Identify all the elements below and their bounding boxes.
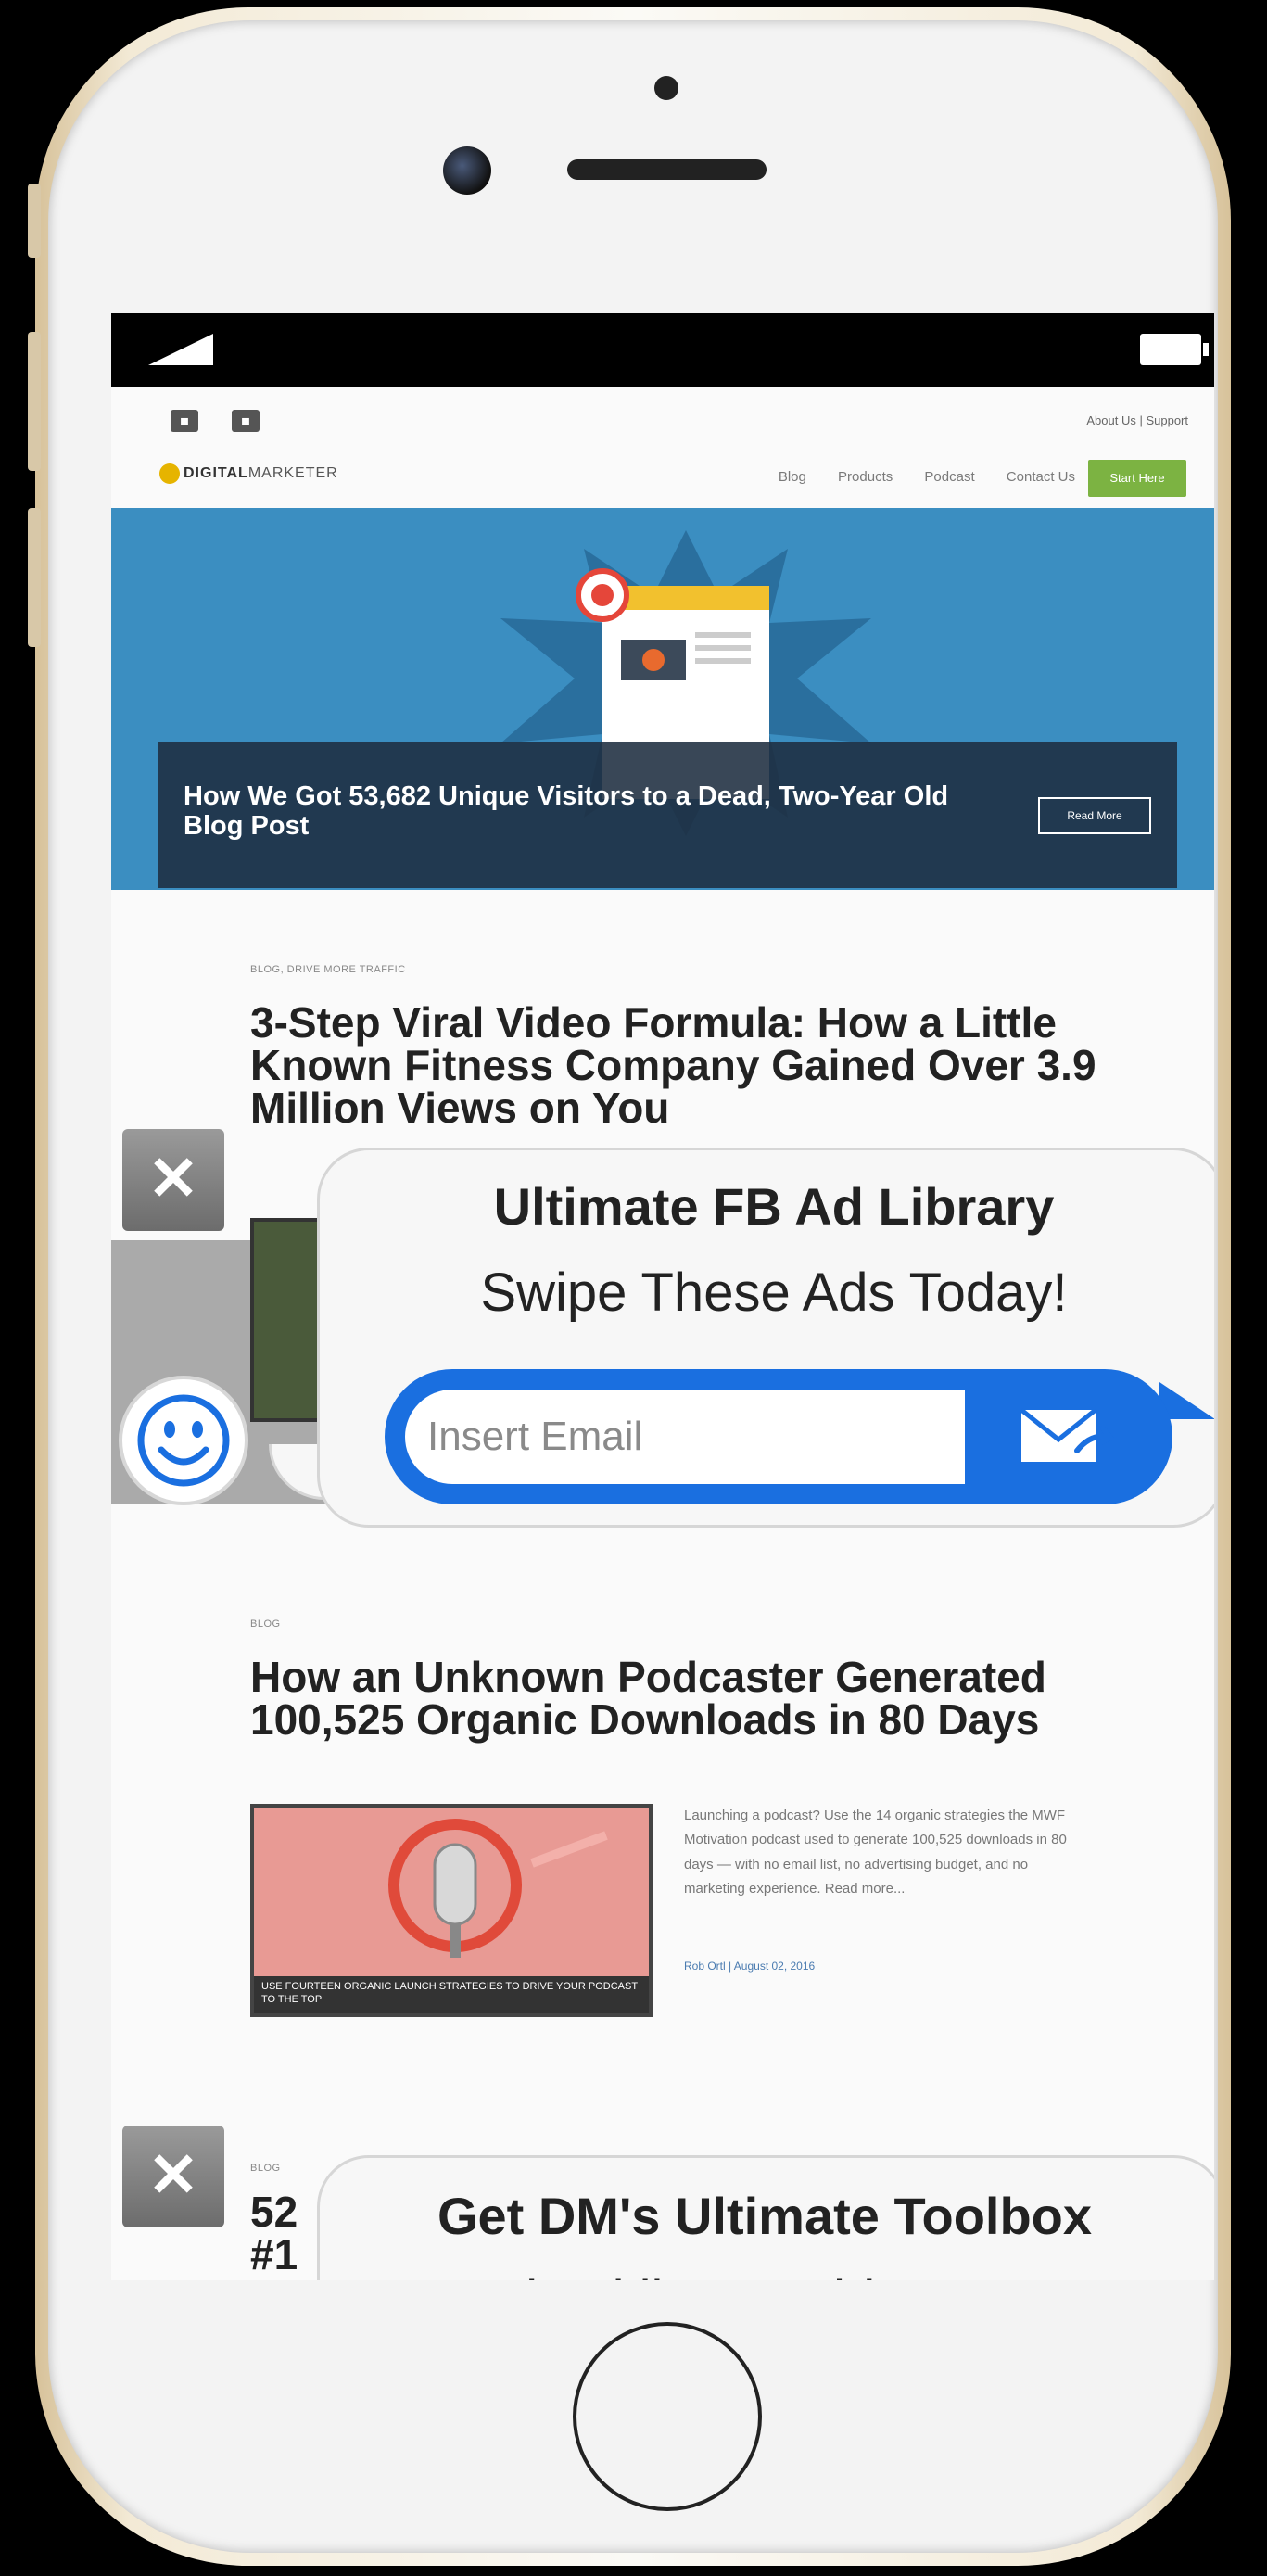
menu-item-products[interactable]: Products: [838, 469, 893, 485]
envelope-send-icon: [1020, 1408, 1114, 1462]
volume-up-button: [28, 332, 41, 471]
post-category[interactable]: BLOG: [250, 1618, 1159, 1630]
post-category[interactable]: BLOG: [250, 2163, 281, 2174]
hero-banner: How We Got 53,682 Unique Visitors to a D…: [111, 508, 1214, 890]
earpiece-speaker: [567, 159, 767, 180]
close-icon: ✕: [147, 2140, 199, 2209]
optin-subhead: Swipe These Ads Today!: [480, 1263, 1068, 1323]
site-logo[interactable]: DIGITALMARKETER: [159, 463, 338, 484]
messenger-optin-widget: ✕ Ultimate FB Ad Library Swipe These Ads…: [111, 1129, 1214, 1537]
close-button[interactable]: ✕: [122, 2126, 224, 2227]
post-category[interactable]: BLOG, DRIVE MORE TRAFFIC: [250, 964, 1159, 975]
post-thumbnail[interactable]: USE FOURTEEN ORGANIC LAUNCH STRATEGIES T…: [250, 1804, 653, 2017]
smiley-icon: [137, 1394, 230, 1487]
signal-icon: [148, 334, 213, 365]
email-field[interactable]: [405, 1390, 965, 1484]
menu-item-contact[interactable]: Contact Us: [1007, 469, 1075, 485]
menu-item-blog[interactable]: Blog: [779, 469, 806, 485]
volume-down-button: [28, 508, 41, 647]
start-here-button[interactable]: Start Here: [1088, 460, 1186, 497]
post-card: BLOG, DRIVE MORE TRAFFIC 3-Step Viral Vi…: [250, 964, 1159, 1129]
optin-subhead: Checklists, Guides & M: [320, 2269, 1210, 2280]
logo-icon: [159, 463, 180, 484]
hero-caption-bar: How We Got 53,682 Unique Visitors to a D…: [158, 742, 1177, 888]
proximity-sensor: [654, 76, 678, 100]
microphone-icon: [388, 1819, 608, 1958]
optin-bubble: Ultimate FB Ad Library Swipe These Ads T…: [317, 1148, 1214, 1528]
social-icon[interactable]: ◼: [232, 410, 260, 432]
post-title[interactable]: 52 #1: [250, 2190, 298, 2276]
close-button[interactable]: ✕: [122, 1129, 224, 1231]
menu-item-podcast[interactable]: Podcast: [924, 469, 974, 485]
logo-light-text: MARKETER: [247, 465, 338, 482]
site-header: DIGITALMARKETER Blog Products Podcast Co…: [111, 443, 1214, 508]
messenger-optin-widget: BLOG 52 #1 ✕ Get DM's Ultimate Toolbox C…: [111, 2126, 1214, 2280]
hero-title[interactable]: How We Got 53,682 Unique Visitors to a D…: [184, 781, 981, 842]
utility-bar: ◼ ◼ About Us | Support: [111, 387, 1214, 443]
post-title[interactable]: How an Unknown Podcaster Generated 100,5…: [250, 1656, 1159, 1741]
logo-bold-text: DIGITAL: [184, 465, 248, 482]
thumbnail-caption: USE FOURTEEN ORGANIC LAUNCH STRATEGIES T…: [254, 1976, 649, 2013]
home-button[interactable]: [573, 2322, 762, 2511]
post-byline[interactable]: Rob Ortl | August 02, 2016: [684, 1960, 815, 1973]
phone-screen: ◼ ◼ About Us | Support DIGITALMARKETER B…: [111, 313, 1214, 2280]
optin-headline: Ultimate FB Ad Library: [493, 1177, 1055, 1236]
close-icon: ✕: [147, 1144, 199, 1212]
main-menu: Blog Products Podcast Contact Us: [751, 469, 1075, 485]
post-card: BLOG How an Unknown Podcaster Generated …: [250, 1618, 1159, 2082]
email-form: [385, 1369, 1172, 1504]
optin-bubble: Get DM's Ultimate Toolbox Checklists, Gu…: [317, 2155, 1214, 2280]
optin-headline: Get DM's Ultimate Toolbox: [437, 2187, 1093, 2245]
read-more-button[interactable]: Read More: [1038, 797, 1151, 834]
chat-avatar[interactable]: [119, 1376, 248, 1505]
top-links[interactable]: About Us | Support: [1086, 413, 1188, 427]
front-camera: [443, 146, 491, 195]
post-title[interactable]: 3-Step Viral Video Formula: How a Little…: [250, 1001, 1159, 1129]
post-title-text: 52 #1: [250, 2188, 298, 2278]
post-excerpt: Launching a podcast? Use the 14 organic …: [684, 1808, 1067, 1897]
social-icon[interactable]: ◼: [171, 410, 198, 432]
battery-icon: [1140, 334, 1209, 365]
mute-switch: [28, 184, 41, 258]
status-bar: [111, 313, 1214, 387]
send-button[interactable]: [978, 1388, 1154, 1486]
